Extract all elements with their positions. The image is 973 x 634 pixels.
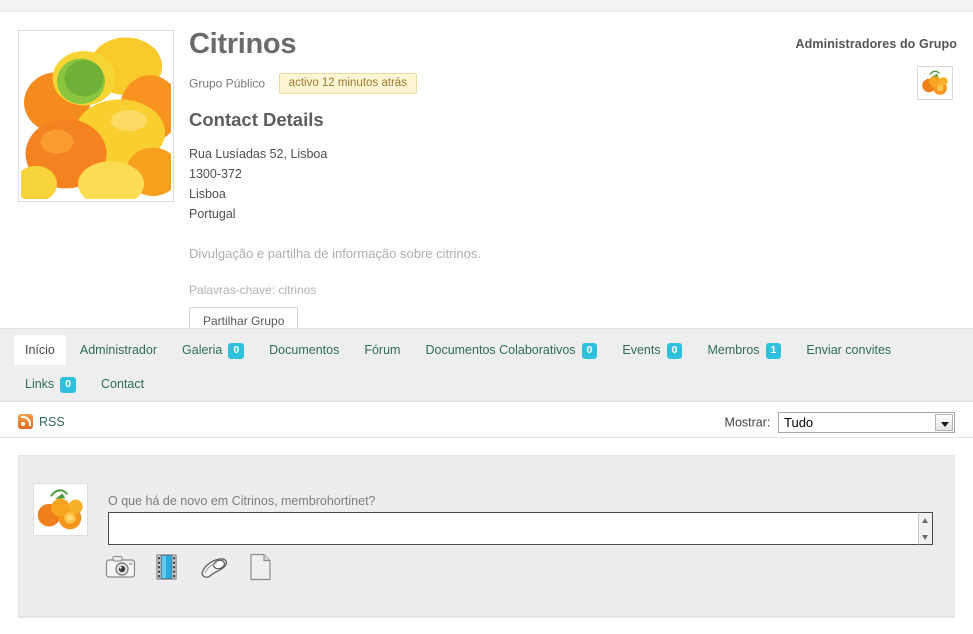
group-info: Citrinos Grupo Público activo 12 minutos…: [189, 28, 803, 335]
admin-oranges-avatar: [918, 67, 952, 99]
group-header: Administradores do Grupo Citrinos Grupo …: [0, 12, 973, 335]
address-line: Portugal: [189, 206, 236, 221]
tab-label: Início: [25, 343, 55, 357]
tab-contact[interactable]: Contact: [90, 369, 155, 399]
contact-address: Rua Lusíadas 52, Lisboa 1300-372 Lisboa …: [189, 144, 803, 224]
tab-label: Events: [622, 343, 661, 357]
contact-details-heading: Contact Details: [189, 108, 324, 130]
photo-icon[interactable]: [105, 552, 139, 582]
tab-galeria[interactable]: Galeria 0: [171, 335, 255, 367]
group-meta-row: Grupo Público activo 12 minutos atrás: [189, 72, 803, 95]
status-badge: activo 12 minutos atrás: [278, 72, 417, 94]
tab-documentos-colaborativos[interactable]: Documentos Colaborativos 0: [414, 335, 608, 367]
group-profile-page: Administradores do Grupo Citrinos Grupo …: [0, 0, 973, 634]
address-line: Rua Lusíadas 52, Lisboa: [189, 146, 328, 161]
show-filter-value: Tudo: [784, 415, 814, 430]
tab-label: Links: [25, 377, 55, 391]
composer-textarea[interactable]: [108, 512, 933, 545]
tab-label: Galeria: [182, 343, 223, 357]
group-navigation-tabs: Início Administrador Galeria 0 Documentos Fór…: [0, 328, 973, 402]
tab-membros[interactable]: Membros 1: [696, 335, 792, 367]
activity-composer-panel: O que há de novo em Citrinos, membrohort…: [18, 455, 955, 618]
tab-events[interactable]: Events 0: [611, 335, 693, 367]
bottom-divider: [18, 616, 955, 617]
tab-label: Fórum: [364, 343, 401, 357]
tab-administrador[interactable]: Administrador: [69, 335, 168, 365]
show-filter-label: Mostrar:: [724, 415, 771, 430]
tab-documentos[interactable]: Documentos: [258, 335, 350, 365]
page-title: Citrinos: [189, 28, 297, 60]
address-line: 1300-372: [189, 166, 242, 181]
photo-icon-glyph: [105, 555, 136, 578]
group-photo[interactable]: [18, 30, 174, 202]
group-description: Divulgação e partilha de informação sobr…: [189, 245, 481, 261]
tab-list: Início Administrador Galeria 0 Documentos Fór…: [0, 335, 973, 403]
show-filter: Mostrar: Tudo: [725, 412, 955, 433]
address-line: Lisboa: [189, 186, 226, 201]
group-admins-label: Administradores do Grupo: [795, 37, 957, 51]
tab-label: Documentos Colaborativos: [425, 343, 576, 357]
composer-prompt: O que há de novo em Citrinos, membrohort…: [108, 494, 376, 508]
tab-f-rum[interactable]: Fórum: [353, 335, 411, 365]
show-filter-select[interactable]: Tudo: [778, 412, 955, 433]
file-icon[interactable]: [245, 552, 279, 582]
group-type-label: Grupo Público: [189, 76, 266, 91]
user-oranges-avatar: [34, 484, 87, 535]
file-icon-glyph: [250, 553, 271, 581]
scroll-down-arrow-icon[interactable]: [919, 531, 932, 544]
admin-avatar[interactable]: [917, 66, 953, 100]
composer-attachment-row: [105, 552, 288, 582]
tab-label: Contact: [101, 377, 145, 391]
avatar[interactable]: [33, 483, 88, 536]
tab-links[interactable]: Links 0: [14, 369, 87, 401]
tab-count-badge: 0: [581, 343, 598, 359]
tab-label: Enviar convites: [806, 343, 892, 357]
tab-enviar-convites[interactable]: Enviar convites: [795, 335, 902, 365]
top-strip: [0, 0, 973, 12]
activity-subbar: RSS Mostrar: Tudo: [0, 403, 973, 438]
video-icon[interactable]: [152, 552, 186, 582]
tab-in-cio[interactable]: Início: [14, 335, 66, 365]
tab-label: Documentos: [269, 343, 340, 357]
citrus-fruit-photo: [21, 33, 171, 199]
tab-count-badge: 0: [228, 343, 245, 359]
audio-icon-glyph: [201, 558, 228, 578]
composer-scrollbar[interactable]: [918, 512, 933, 545]
group-keywords: Palavras-chave: citrinos: [189, 282, 317, 297]
tab-count-badge: 0: [666, 343, 683, 359]
tab-label: Membros: [707, 343, 760, 357]
rss-label[interactable]: RSS: [39, 415, 65, 429]
video-icon-glyph: [156, 554, 177, 580]
rss-icon: [18, 414, 33, 429]
chevron-down-icon[interactable]: [935, 414, 953, 431]
tab-count-badge: 1: [765, 343, 782, 359]
composer-input-wrap: [108, 512, 933, 545]
rss-link[interactable]: RSS: [18, 414, 65, 429]
scroll-up-arrow-icon[interactable]: [919, 513, 932, 526]
audio-icon[interactable]: [198, 552, 232, 582]
tab-label: Administrador: [79, 343, 158, 357]
tab-count-badge: 0: [60, 377, 77, 393]
